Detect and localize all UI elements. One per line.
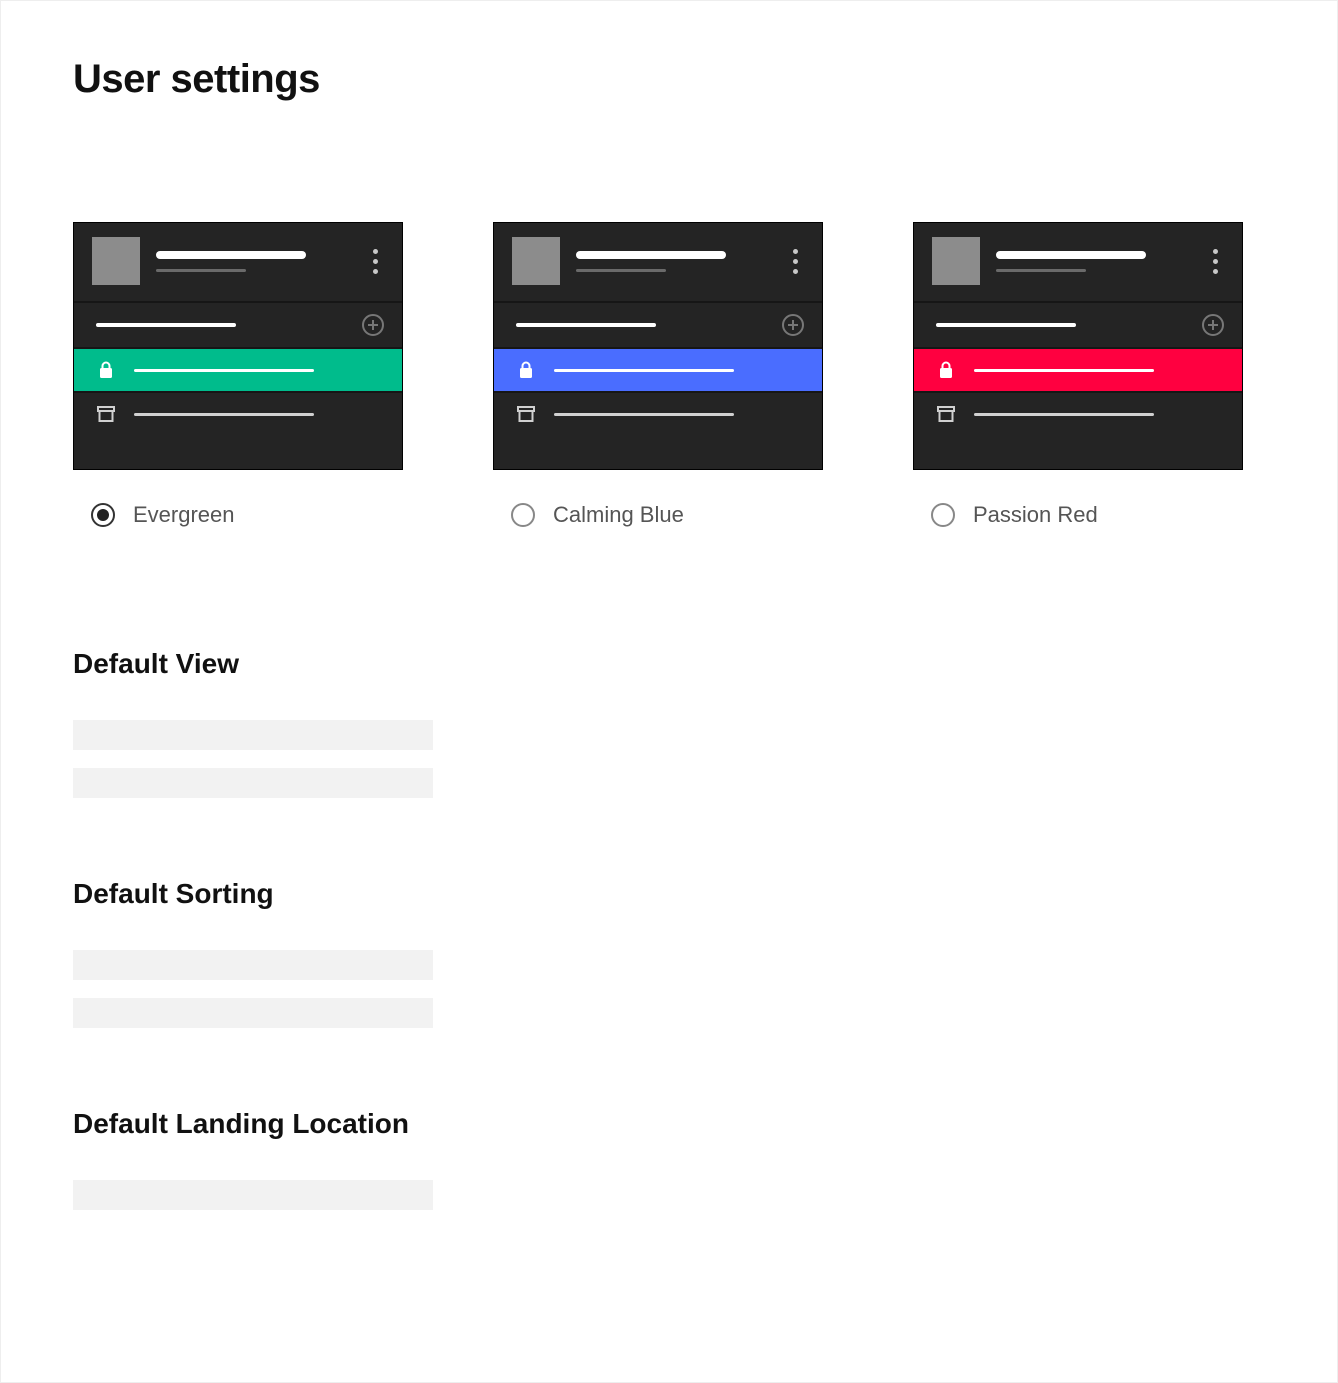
preview-row	[914, 393, 1242, 435]
theme-radio-calmingblue[interactable]: Calming Blue	[493, 502, 823, 528]
preview-header	[494, 223, 822, 301]
theme-preview-calmingblue[interactable]	[493, 222, 823, 470]
lock-icon	[96, 360, 116, 380]
placeholder-line	[554, 369, 734, 372]
theme-selector: Evergreen	[73, 222, 1265, 528]
preview-accent-row	[494, 349, 822, 391]
kebab-icon	[1213, 249, 1224, 274]
section-default-landing: Default Landing Location	[73, 1108, 1265, 1210]
loading-placeholder	[73, 768, 433, 798]
kebab-icon	[373, 249, 384, 274]
section-default-sorting: Default Sorting	[73, 878, 1265, 1028]
placeholder-line	[134, 413, 314, 416]
theme-label: Passion Red	[973, 502, 1098, 528]
loading-placeholder	[73, 720, 433, 750]
placeholder-line	[156, 269, 246, 272]
preview-header-lines	[576, 251, 777, 272]
placeholder-line	[554, 413, 734, 416]
kebab-icon	[793, 249, 804, 274]
radio-icon	[511, 503, 535, 527]
loading-placeholder	[73, 998, 433, 1028]
preview-header-lines	[156, 251, 357, 272]
page-title: User settings	[73, 57, 1265, 102]
preview-add-row	[74, 303, 402, 347]
lock-icon	[936, 360, 956, 380]
preview-header	[74, 223, 402, 301]
placeholder-line	[996, 269, 1086, 272]
placeholder-line	[974, 413, 1154, 416]
avatar-placeholder	[512, 237, 560, 285]
preview-accent-row	[914, 349, 1242, 391]
plus-circle-icon	[1202, 314, 1224, 336]
theme-label: Evergreen	[133, 502, 235, 528]
theme-radio-passionred[interactable]: Passion Red	[913, 502, 1243, 528]
theme-preview-evergreen[interactable]	[73, 222, 403, 470]
archive-icon	[96, 404, 116, 424]
placeholder-line	[516, 323, 656, 327]
theme-option-passionred: Passion Red	[913, 222, 1243, 528]
theme-preview-passionred[interactable]	[913, 222, 1243, 470]
section-title: Default Landing Location	[73, 1108, 1265, 1140]
preview-header-lines	[996, 251, 1197, 272]
theme-radio-evergreen[interactable]: Evergreen	[73, 502, 403, 528]
theme-option-calmingblue: Calming Blue	[493, 222, 823, 528]
preview-row	[494, 393, 822, 435]
preview-accent-row	[74, 349, 402, 391]
settings-page: User settings	[0, 0, 1338, 1383]
preview-add-row	[914, 303, 1242, 347]
theme-label: Calming Blue	[553, 502, 684, 528]
placeholder-line	[156, 251, 306, 259]
placeholder-line	[576, 269, 666, 272]
preview-add-row	[494, 303, 822, 347]
radio-icon	[931, 503, 955, 527]
avatar-placeholder	[92, 237, 140, 285]
section-default-view: Default View	[73, 648, 1265, 798]
preview-header	[914, 223, 1242, 301]
theme-option-evergreen: Evergreen	[73, 222, 403, 528]
placeholder-line	[96, 323, 236, 327]
loading-placeholder	[73, 1180, 433, 1210]
preview-row	[74, 393, 402, 435]
lock-icon	[516, 360, 536, 380]
archive-icon	[936, 404, 956, 424]
plus-circle-icon	[362, 314, 384, 336]
archive-icon	[516, 404, 536, 424]
placeholder-line	[996, 251, 1146, 259]
placeholder-line	[576, 251, 726, 259]
plus-circle-icon	[782, 314, 804, 336]
placeholder-line	[936, 323, 1076, 327]
loading-placeholder	[73, 950, 433, 980]
placeholder-line	[134, 369, 314, 372]
section-title: Default View	[73, 648, 1265, 680]
avatar-placeholder	[932, 237, 980, 285]
radio-icon	[91, 503, 115, 527]
placeholder-line	[974, 369, 1154, 372]
section-title: Default Sorting	[73, 878, 1265, 910]
